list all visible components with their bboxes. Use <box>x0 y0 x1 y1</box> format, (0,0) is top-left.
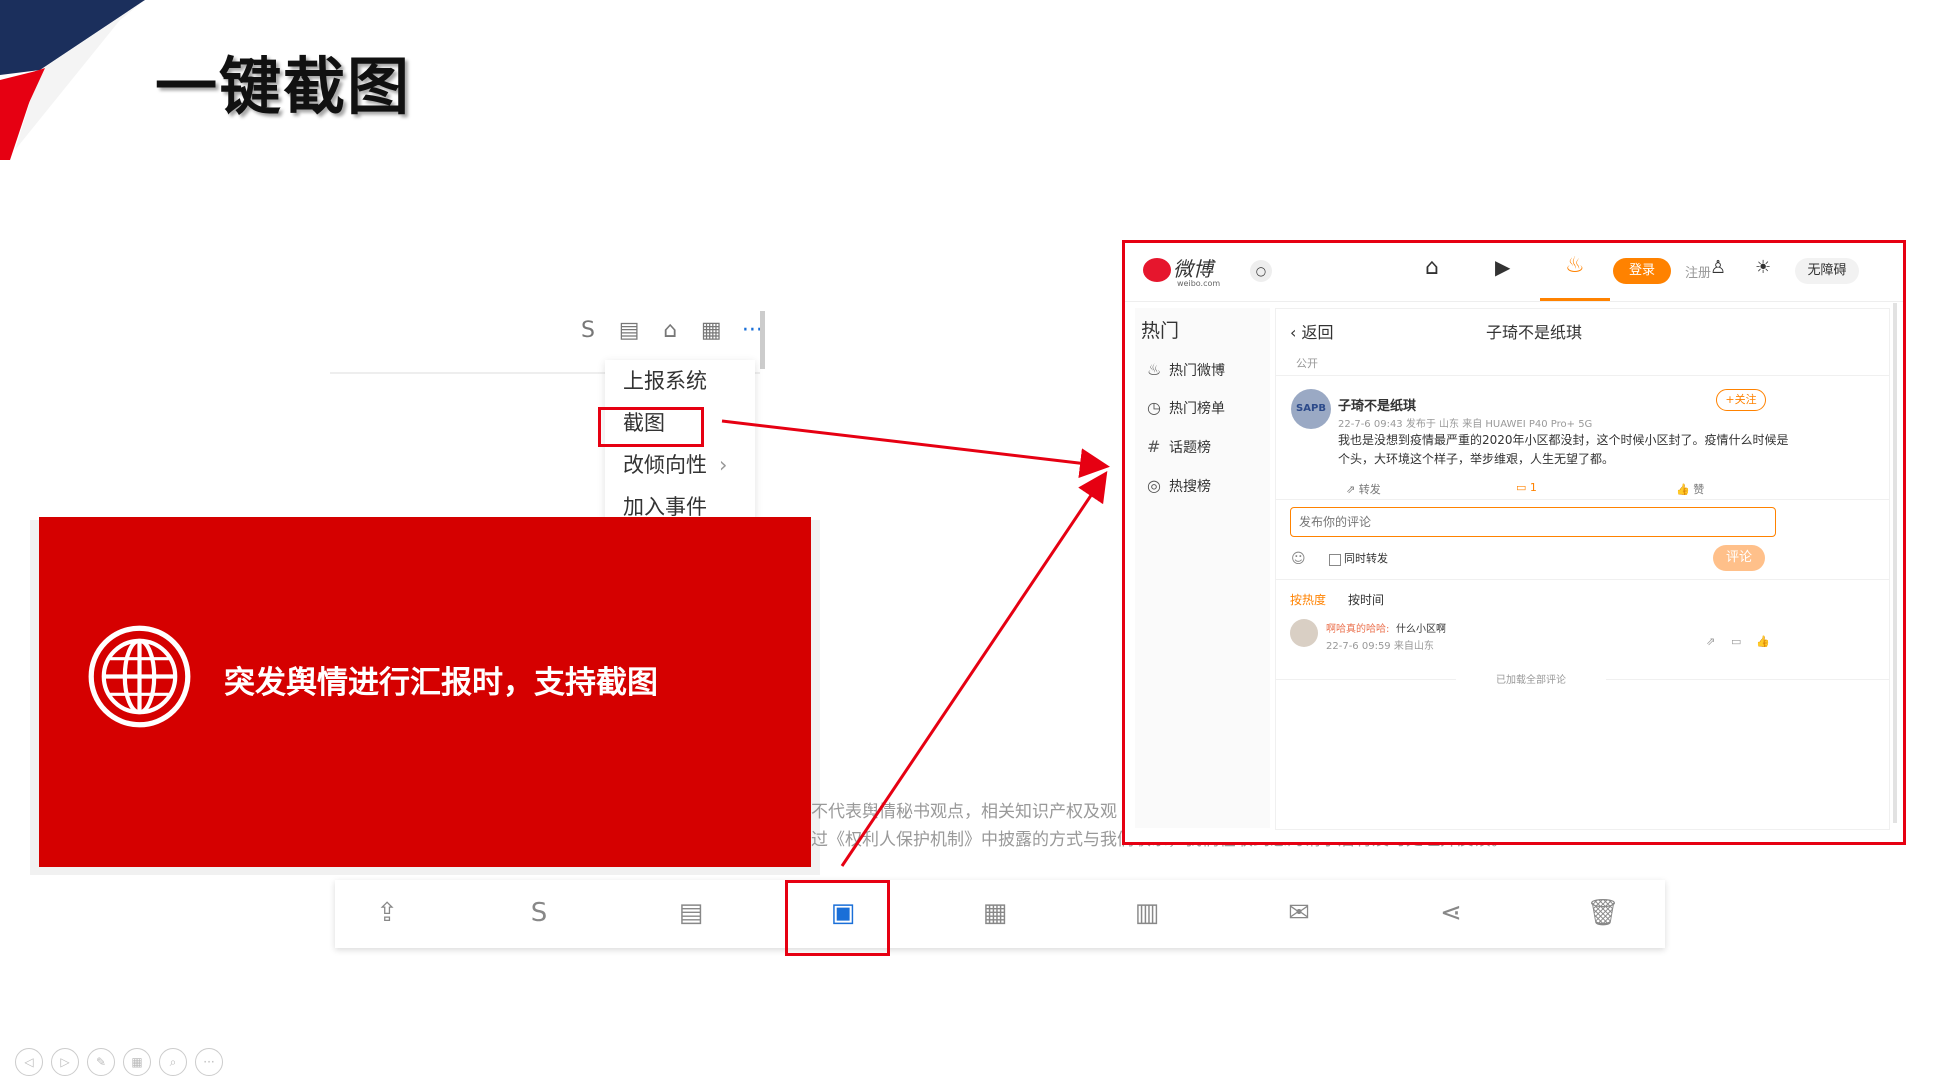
post-author[interactable]: 子琦不是纸琪 <box>1338 395 1416 414</box>
arrow-menu-to-preview <box>721 419 1110 479</box>
sidebar-item-hot-weibo[interactable]: ♨ 热门微博 <box>1147 360 1225 380</box>
home-icon[interactable]: ⌂ <box>1425 255 1439 280</box>
weibo-screenshot-preview: 微博 weibo.com ○ ⌂ ▶ ♨ 登录 注册 ♙ ☀ 无障碍 热门 ♨ 热… <box>1122 240 1906 845</box>
sync-repost-checkbox[interactable] <box>1329 554 1341 566</box>
hot-icon[interactable]: ♨ <box>1565 253 1585 278</box>
search-ring-icon: ◎ <box>1147 476 1161 495</box>
emoji-icon[interactable]: ☺ <box>1291 551 1306 567</box>
page-title: 子琦不是纸琪 <box>1486 323 1583 342</box>
preview-scrollbar[interactable] <box>1893 303 1897 823</box>
prev-icon[interactable]: ◁ <box>15 1048 43 1076</box>
weibo-sidebar: 热门 ♨ 热门微博 ◷ 热门榜单 # 话题榜 ◎ 热搜榜 <box>1135 308 1270 828</box>
weibo-logo-sub: weibo.com <box>1177 279 1221 288</box>
comment-count: 1 <box>1529 481 1537 494</box>
post-content-line1: 我也是没想到疫情最严重的2020年小区都没封，这个时候小区封了。疫情什么时候是 <box>1338 433 1789 447</box>
sidebar-label: 话题榜 <box>1169 440 1211 456</box>
sidebar-label: 热搜榜 <box>1169 479 1211 495</box>
register-link[interactable]: 注册 <box>1685 262 1711 281</box>
divider <box>1606 679 1889 680</box>
post-meta: 22-7-6 09:43 发布于 山东 来自 HUAWEI P40 Pro+ 5… <box>1338 419 1593 430</box>
comments-footer: 已加载全部评论 <box>1496 675 1566 686</box>
login-button[interactable]: 登录 <box>1613 258 1671 284</box>
next-icon[interactable]: ▷ <box>51 1048 79 1076</box>
pen-icon[interactable]: ✎ <box>87 1048 115 1076</box>
thumbs-up-icon: 👍 <box>1676 483 1694 496</box>
sidebar-item-hot-list[interactable]: ◷ 热门榜单 <box>1147 398 1225 418</box>
search-icon[interactable]: ○ <box>1250 260 1272 282</box>
comment-text: 什么小区啊 <box>1396 624 1446 635</box>
zoom-icon[interactable]: ⌕ <box>159 1048 187 1076</box>
theme-icon[interactable]: ☀ <box>1755 257 1771 278</box>
comment-reply-icon[interactable]: ▭ <box>1731 635 1741 648</box>
comment-input[interactable] <box>1290 507 1776 537</box>
user-icon[interactable]: ♙ <box>1710 257 1726 278</box>
sort-tab-time[interactable]: 按时间 <box>1348 591 1384 608</box>
accessibility-button[interactable]: 无障碍 <box>1795 258 1859 284</box>
repost-action[interactable]: ⇗ 转发 <box>1346 481 1381 497</box>
sidebar-label: 热门榜单 <box>1169 401 1225 417</box>
arrow-button-to-preview <box>840 471 1108 867</box>
back-label: 返回 <box>1301 323 1334 342</box>
divider <box>1276 679 1456 680</box>
visibility-label: 公开 <box>1296 357 1318 370</box>
flame-icon: ♨ <box>1147 360 1162 379</box>
divider <box>1276 499 1889 500</box>
clock-icon: ◷ <box>1147 398 1161 417</box>
comment-submit-button[interactable]: 评论 <box>1713 545 1765 571</box>
sidebar-item-topics[interactable]: # 话题榜 <box>1147 437 1211 457</box>
post-content-line2: 个头，大环境这个样子，举步维艰，人生无望了都。 <box>1338 452 1615 466</box>
weibo-header: 微博 weibo.com ○ ⌂ ▶ ♨ 登录 注册 ♙ ☀ 无障碍 <box>1125 243 1903 302</box>
more-icon[interactable]: ··· <box>195 1048 223 1076</box>
hash-icon: # <box>1147 437 1161 456</box>
comment-action[interactable]: ▭ 1 <box>1516 481 1537 494</box>
avatar[interactable]: SAPB <box>1291 389 1331 429</box>
comment-user[interactable]: 啊哈真的哈哈: <box>1326 620 1389 635</box>
comment-share-icon[interactable]: ⇗ <box>1706 635 1715 648</box>
hot-tab-underline <box>1540 298 1610 301</box>
chevron-left-icon: ‹ <box>1290 323 1302 342</box>
like-action[interactable]: 👍 赞 <box>1676 481 1704 497</box>
video-icon[interactable]: ▶ <box>1495 255 1510 279</box>
repost-label: 转发 <box>1358 483 1381 496</box>
comment-meta: 22-7-6 09:59 来自山东 <box>1326 641 1434 652</box>
sidebar-item-hot-search[interactable]: ◎ 热搜榜 <box>1147 476 1211 496</box>
back-button[interactable]: ‹ 返回 <box>1290 319 1334 343</box>
slideshow-controls: ◁ ▷ ✎ ▦ ⌕ ··· <box>15 1048 231 1076</box>
sort-tab-hot[interactable]: 按热度 <box>1290 591 1326 608</box>
sidebar-heading: 热门 <box>1141 320 1180 342</box>
slides-icon[interactable]: ▦ <box>123 1048 151 1076</box>
weibo-logo-icon[interactable] <box>1143 258 1171 282</box>
comment-avatar[interactable] <box>1290 619 1318 647</box>
weibo-main: ‹ 返回 子琦不是纸琪 公开 SAPB 子琦不是纸琪 +关注 22-7-6 09… <box>1275 308 1890 830</box>
sidebar-label: 热门微博 <box>1169 363 1225 379</box>
divider <box>1276 375 1889 376</box>
like-label: 赞 <box>1693 483 1705 496</box>
repost-icon: ⇗ <box>1346 483 1359 496</box>
comment-icon: ▭ <box>1516 481 1530 494</box>
comment-like-icon[interactable]: 👍 <box>1756 635 1770 648</box>
divider <box>1276 579 1889 580</box>
follow-button[interactable]: +关注 <box>1716 389 1766 411</box>
weibo-logo-text: 微博 <box>1173 257 1213 281</box>
sync-repost-label: 同时转发 <box>1344 552 1388 565</box>
